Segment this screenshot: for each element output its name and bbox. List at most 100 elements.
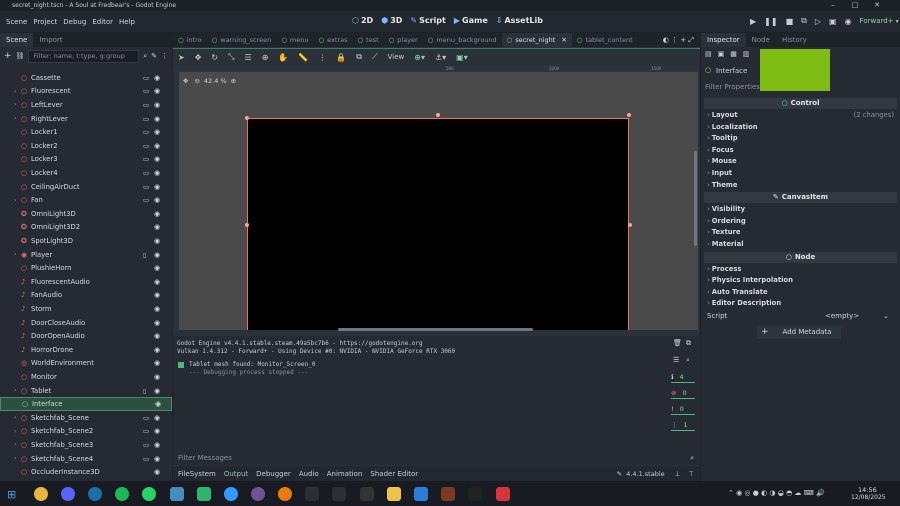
select-tool-icon[interactable]: ➤ bbox=[178, 53, 185, 62]
terminal-icon[interactable] bbox=[197, 487, 211, 501]
chrome-icon[interactable] bbox=[34, 487, 48, 501]
copy-icon[interactable]: ⧉ bbox=[686, 339, 691, 348]
app-icon[interactable] bbox=[305, 487, 319, 501]
prop-visibility[interactable]: › Visibility bbox=[701, 204, 900, 216]
tree-item-plushiehorn[interactable]: ○ PlushieHorn ◉ bbox=[0, 261, 172, 275]
prop-input[interactable]: › Input bbox=[701, 168, 900, 180]
blender-icon[interactable] bbox=[278, 487, 292, 501]
tab-inspector[interactable]: Inspector bbox=[701, 33, 746, 47]
close-tab-icon[interactable]: ✕ bbox=[561, 36, 566, 44]
add-metadata-button[interactable]: + Add Metadata bbox=[757, 325, 841, 339]
menu-scene[interactable]: Scene bbox=[6, 18, 27, 26]
tree-item-worldenvironment[interactable]: ◎ WorldEnvironment ◉ bbox=[0, 357, 172, 371]
history-icon[interactable]: ▥ bbox=[743, 50, 750, 58]
tab-scene[interactable]: Scene bbox=[0, 33, 34, 47]
open-in-editor-icon[interactable]: ▭ bbox=[143, 455, 149, 463]
section-canvasitem[interactable]: ✎ CanvasItem bbox=[704, 192, 897, 204]
stop-icon[interactable]: ■ bbox=[786, 17, 794, 26]
search-icon[interactable]: ⌕ bbox=[686, 356, 690, 365]
visibility-eye-icon[interactable]: ◉ bbox=[154, 128, 160, 136]
bottom-tab-shader-editor[interactable]: Shader Editor bbox=[370, 470, 418, 478]
scene-tab-controls[interactable]: ◐ ⋮ + ⤢ bbox=[663, 36, 694, 45]
tree-item-interface[interactable]: ○ Interface ◉ bbox=[0, 397, 172, 411]
scene-filter-input[interactable]: Filter: name, t:type, g:group bbox=[28, 49, 140, 63]
spotify-icon[interactable] bbox=[115, 487, 129, 501]
cursor-icon[interactable] bbox=[224, 487, 238, 501]
tree-item-ceilingairduct[interactable]: ○ CeilingAirDuct ▭ ◉ bbox=[0, 180, 172, 194]
visibility-eye-icon[interactable]: ◉ bbox=[154, 441, 160, 449]
visibility-eye-icon[interactable]: ◉ bbox=[154, 468, 160, 476]
visibility-eye-icon[interactable]: ◉ bbox=[154, 251, 160, 259]
messages-count-toggle[interactable]: ℹ4 bbox=[671, 372, 695, 383]
tree-item-omnilight3d2[interactable]: ✪ OmniLight3D2 ◉ bbox=[0, 221, 172, 235]
visibility-eye-icon[interactable]: ◉ bbox=[154, 155, 160, 163]
chevron-right-icon[interactable]: › bbox=[14, 428, 16, 435]
chevron-right-icon[interactable]: › bbox=[14, 251, 16, 258]
game-icon[interactable] bbox=[441, 487, 455, 501]
visibility-eye-icon[interactable]: ◉ bbox=[154, 387, 160, 395]
new-resource-icon[interactable]: ▤ bbox=[705, 50, 712, 58]
menu-icon[interactable]: ⋮ bbox=[161, 52, 168, 60]
scale-tool-icon[interactable]: ⤡ bbox=[228, 52, 234, 62]
open-in-editor-icon[interactable]: ▭ bbox=[143, 196, 149, 204]
tree-item-fan[interactable]: › ○ Fan ▭ ◉ bbox=[0, 193, 172, 207]
filter-messages-input[interactable]: Filter Messages bbox=[178, 454, 690, 462]
zoom-in-icon[interactable]: ⊕ bbox=[231, 77, 236, 85]
zoom-out-icon[interactable]: ⊖ bbox=[194, 77, 199, 85]
remote-debug-icon[interactable]: ⧉ bbox=[801, 16, 807, 26]
open-in-editor-icon[interactable]: ▭ bbox=[143, 155, 149, 163]
visibility-eye-icon[interactable]: ◉ bbox=[154, 115, 160, 123]
store-icon[interactable] bbox=[414, 487, 428, 501]
menu-editor[interactable]: Editor bbox=[92, 18, 113, 26]
inspector-node-name[interactable]: Interface bbox=[716, 67, 747, 75]
tree-item-dooropenaudio[interactable]: ♪ DoorOpenAudio ◉ bbox=[0, 329, 172, 343]
prop-theme[interactable]: › Theme bbox=[701, 180, 900, 192]
tree-item-cassette[interactable]: ○ Cassette ▭ ◉ bbox=[0, 71, 172, 85]
workspace-game[interactable]: ▶ Game bbox=[454, 16, 488, 25]
search-icon[interactable]: ⌕ bbox=[690, 454, 694, 463]
tree-item-player[interactable]: › ◉ Player ▯ ◉ bbox=[0, 248, 172, 262]
warnings-count-toggle[interactable]: ! 0 bbox=[671, 404, 695, 415]
menu-debug[interactable]: Debug bbox=[63, 18, 86, 26]
visibility-eye-icon[interactable]: ◉ bbox=[154, 346, 160, 354]
snap-icon[interactable]: ⋮ bbox=[318, 53, 326, 62]
scene-tab-menu-background[interactable]: ○ menu_background bbox=[423, 33, 502, 47]
script-value[interactable]: <empty> bbox=[825, 312, 859, 320]
scene-tab-intro[interactable]: ○ intro bbox=[173, 33, 207, 47]
bottom-tab-output[interactable]: Output bbox=[224, 470, 248, 478]
visibility-eye-icon[interactable]: ◉ bbox=[154, 74, 160, 82]
visibility-eye-icon[interactable]: ◉ bbox=[154, 169, 160, 177]
open-in-editor-icon[interactable]: ▭ bbox=[143, 128, 149, 136]
tab-node[interactable]: Node bbox=[746, 33, 776, 47]
pause-icon[interactable]: ❚❚ bbox=[764, 17, 777, 26]
tree-item-omnilight3d[interactable]: ✪ OmniLight3D ◉ bbox=[0, 207, 172, 221]
layout-icon[interactable]: ▣▾ bbox=[456, 53, 468, 62]
bottom-tab-filesystem[interactable]: FileSystem bbox=[178, 470, 216, 478]
play-custom-icon[interactable]: ▣ bbox=[829, 17, 837, 26]
tree-item-horrordrone[interactable]: ♪ HorrorDrone ◉ bbox=[0, 343, 172, 357]
prop-layout[interactable]: › Layout (2 changes) bbox=[701, 110, 900, 122]
tree-item-fluorescentaudio[interactable]: ♪ FluorescentAudio ◉ bbox=[0, 275, 172, 289]
whatsapp-icon[interactable] bbox=[142, 487, 156, 501]
rockstar-icon[interactable] bbox=[496, 487, 510, 501]
transform-icon[interactable]: ⊕▾ bbox=[414, 53, 425, 62]
steam-icon[interactable] bbox=[88, 487, 102, 501]
tree-item-locker3[interactable]: ○ Locker3 ▭ ◉ bbox=[0, 153, 172, 167]
play-icon[interactable]: ▶ bbox=[750, 17, 756, 26]
prop-auto-translate[interactable]: › Auto Translate bbox=[701, 287, 900, 299]
menu-project[interactable]: Project bbox=[33, 18, 57, 26]
script-icon[interactable]: ▯ bbox=[143, 251, 147, 259]
errors-count-toggle[interactable]: ⊗ 0 bbox=[671, 388, 695, 399]
visibility-eye-icon[interactable]: ◉ bbox=[154, 332, 160, 340]
visibility-eye-icon[interactable]: ◉ bbox=[154, 455, 160, 463]
list-tool-icon[interactable]: ☰ bbox=[245, 53, 252, 62]
workspace-2d[interactable]: ⬡ 2D bbox=[352, 16, 373, 25]
tree-item-spotlight3d[interactable]: ✪ SpotLight3D ◉ bbox=[0, 234, 172, 248]
move-tool-icon[interactable]: ✥ bbox=[195, 53, 202, 62]
visibility-eye-icon[interactable]: ◉ bbox=[154, 319, 160, 327]
inspector-filter-input[interactable]: Filter Properties bbox=[705, 83, 760, 91]
discord-icon[interactable] bbox=[61, 487, 75, 501]
godot-icon[interactable] bbox=[170, 487, 184, 501]
pin-icon[interactable]: ⊥ bbox=[675, 470, 681, 478]
tree-item-sketchfab_scene2[interactable]: › ○ Sketchfab_Scene2 ▭ ◉ bbox=[0, 425, 172, 439]
